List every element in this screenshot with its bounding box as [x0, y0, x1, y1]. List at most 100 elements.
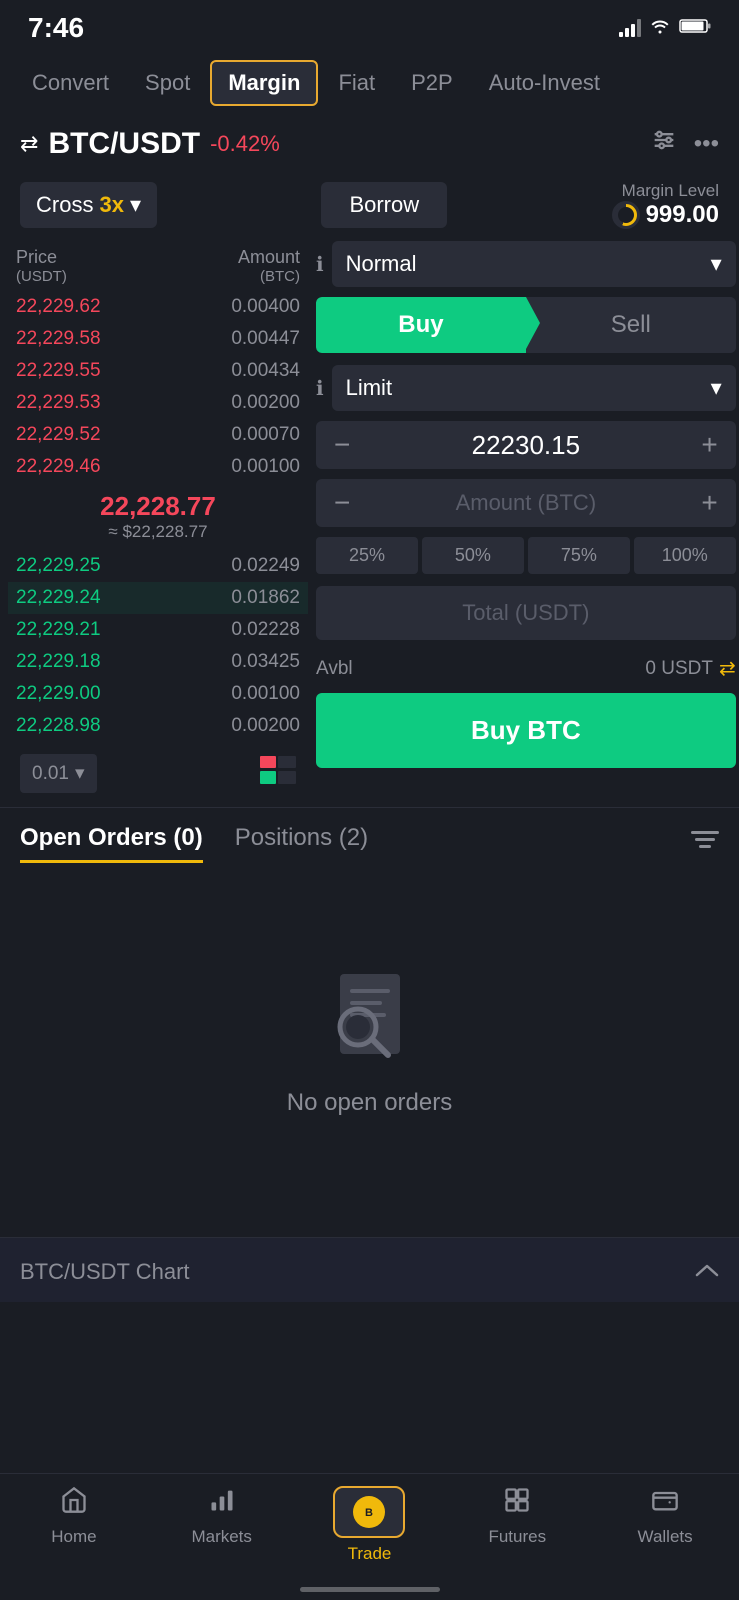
- status-bar: 7:46: [0, 0, 739, 52]
- price-input[interactable]: [358, 430, 693, 461]
- price-header: Price (USDT): [16, 247, 67, 285]
- sell-order-4[interactable]: 22,229.53 0.00200: [8, 387, 308, 419]
- buy-tab[interactable]: Buy: [316, 297, 526, 353]
- trade-controls: Cross 3x ▾ Borrow Margin Level 999.00: [0, 173, 739, 241]
- buy-order-1[interactable]: 22,229.25 0.02249: [8, 550, 308, 582]
- pair-left: ⇄ BTC/USDT -0.42%: [20, 127, 280, 161]
- amount-minus-button[interactable]: −: [326, 485, 358, 521]
- order-type-info-icon[interactable]: ℹ: [316, 252, 324, 277]
- avbl-swap-icon[interactable]: ⇄: [719, 656, 736, 681]
- tab-spot[interactable]: Spot: [129, 62, 206, 104]
- limit-row: ℹ Limit ▾: [316, 365, 736, 411]
- margin-level-label: Margin Level: [612, 181, 719, 201]
- orders-tab-group: Open Orders (0) Positions (2): [20, 824, 368, 863]
- trade-coin-icon: B: [353, 1496, 385, 1528]
- tab-open-orders[interactable]: Open Orders (0): [20, 824, 203, 863]
- sell-order-2[interactable]: 22,229.58 0.00447: [8, 323, 308, 355]
- margin-level: Margin Level 999.00: [612, 181, 719, 229]
- nav-home-label: Home: [51, 1527, 96, 1547]
- sell-order-6[interactable]: 22,229.46 0.00100: [8, 451, 308, 483]
- bottom-nav: Home Markets B Trade: [0, 1473, 739, 1600]
- price-minus-button[interactable]: −: [326, 427, 358, 463]
- tab-autoinvest[interactable]: Auto-Invest: [473, 62, 616, 104]
- home-icon: [60, 1486, 88, 1521]
- nav-futures[interactable]: Futures: [443, 1486, 591, 1564]
- svg-text:B: B: [366, 1507, 374, 1519]
- buy-order-2[interactable]: 22,229.24 0.01862: [8, 582, 308, 614]
- limit-info-icon[interactable]: ℹ: [316, 376, 324, 401]
- cross-dropdown-icon: ▾: [130, 192, 141, 218]
- price-input-row: − +: [316, 421, 736, 469]
- nav-markets[interactable]: Markets: [148, 1486, 296, 1564]
- decimal-select[interactable]: 0.01 ▾: [20, 754, 97, 793]
- buy-btc-button[interactable]: Buy BTC: [316, 693, 736, 768]
- orders-tabs: Open Orders (0) Positions (2): [20, 824, 719, 863]
- margin-level-value: 999.00: [612, 201, 719, 229]
- sell-order-3[interactable]: 22,229.55 0.00434: [8, 355, 308, 387]
- cross-leverage-button[interactable]: Cross 3x ▾: [20, 182, 157, 228]
- pair-header: ⇄ BTC/USDT -0.42% •••: [0, 114, 739, 173]
- signal-bars-icon: [619, 19, 641, 37]
- limit-select[interactable]: Limit ▾: [332, 365, 736, 411]
- buy-order-3[interactable]: 22,229.21 0.02228: [8, 614, 308, 646]
- avbl-value: 0 USDT: [645, 658, 713, 680]
- nav-trade-label: Trade: [348, 1544, 392, 1564]
- buy-order-4[interactable]: 22,229.18 0.03425: [8, 646, 308, 678]
- swap-icon[interactable]: ⇄: [20, 131, 38, 157]
- leverage-value: 3x: [99, 192, 123, 218]
- amount-plus-button[interactable]: +: [693, 485, 725, 521]
- nav-trade[interactable]: B Trade: [296, 1486, 444, 1564]
- buy-order-6[interactable]: 22,228.98 0.00200: [8, 710, 308, 742]
- percent-100-button[interactable]: 100%: [634, 537, 736, 574]
- sell-order-5[interactable]: 22,229.52 0.00070: [8, 419, 308, 451]
- sell-order-1[interactable]: 22,229.62 0.00400: [8, 291, 308, 323]
- tab-convert[interactable]: Convert: [16, 62, 125, 104]
- nav-wallets[interactable]: Wallets: [591, 1486, 739, 1564]
- tab-positions[interactable]: Positions (2): [235, 824, 368, 863]
- tab-margin[interactable]: Margin: [210, 60, 318, 106]
- total-row[interactable]: Total (USDT): [316, 586, 736, 640]
- amount-input-row: − Amount (BTC) +: [316, 479, 736, 527]
- price-plus-button[interactable]: +: [693, 427, 725, 463]
- percent-25-button[interactable]: 25%: [316, 537, 418, 574]
- percent-75-button[interactable]: 75%: [528, 537, 630, 574]
- tab-fiat[interactable]: Fiat: [322, 62, 391, 104]
- pair-name[interactable]: BTC/USDT: [48, 127, 200, 161]
- orders-filter-icon[interactable]: [691, 829, 719, 858]
- nav-home[interactable]: Home: [0, 1486, 148, 1564]
- empty-orders-icon: [320, 959, 420, 1069]
- percent-bar: 25% 50% 75% 100%: [316, 537, 736, 574]
- status-icons: [619, 18, 711, 39]
- empty-state: No open orders: [20, 879, 719, 1197]
- orders-section: Open Orders (0) Positions (2): [0, 807, 739, 1197]
- order-type-select[interactable]: Normal ▾: [332, 241, 736, 287]
- sell-tab[interactable]: Sell: [526, 297, 736, 353]
- pair-change: -0.42%: [210, 131, 280, 157]
- nav-wallets-label: Wallets: [638, 1527, 693, 1547]
- mid-price[interactable]: 22,228.77 ≈ $22,228.77: [8, 483, 308, 550]
- battery-icon: [679, 18, 711, 39]
- settings-icon[interactable]: [650, 126, 678, 161]
- margin-level-number: 999.00: [646, 201, 719, 229]
- status-time: 7:46: [28, 12, 84, 44]
- percent-50-button[interactable]: 50%: [422, 537, 524, 574]
- order-type-row: ℹ Normal ▾: [316, 241, 736, 287]
- chart-section: BTC/USDT Chart: [0, 1237, 739, 1302]
- chart-label: BTC/USDT Chart: [20, 1259, 190, 1285]
- avbl-right: 0 USDT ⇄: [645, 656, 735, 681]
- futures-icon: [503, 1486, 531, 1521]
- decimal-dropdown-icon: ▾: [75, 762, 85, 785]
- wifi-icon: [649, 18, 671, 39]
- buy-order-5[interactable]: 22,229.00 0.00100: [8, 678, 308, 710]
- limit-dropdown-icon: ▾: [711, 375, 722, 401]
- trade-icon-wrap: B: [333, 1486, 405, 1538]
- more-icon[interactable]: •••: [694, 130, 719, 158]
- empty-orders-text: No open orders: [287, 1089, 452, 1117]
- nav-markets-label: Markets: [191, 1527, 251, 1547]
- margin-gauge-icon: [612, 201, 640, 229]
- chart-collapse-icon[interactable]: [695, 1258, 719, 1286]
- tab-p2p[interactable]: P2P: [395, 62, 469, 104]
- chart-mode-icon[interactable]: [260, 756, 296, 791]
- nav-futures-label: Futures: [488, 1527, 546, 1547]
- borrow-button[interactable]: Borrow: [321, 182, 447, 228]
